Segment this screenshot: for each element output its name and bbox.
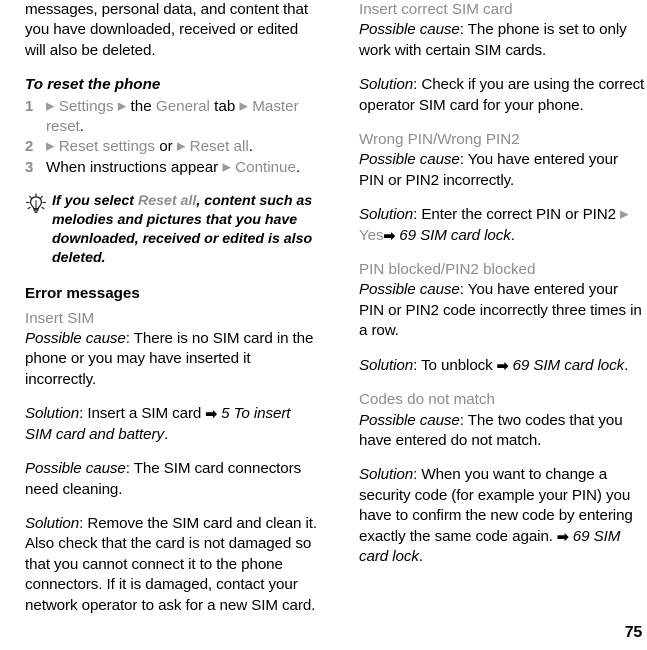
entry-title-insert-correct-sim-card: Insert correct SIM card: [359, 1, 513, 18]
label-solution: Solution: [359, 466, 414, 484]
solution-block: Solution: When you want to change a secu…: [359, 465, 647, 567]
entry-title-pin-blocked: PIN blocked/PIN2 blocked: [359, 261, 536, 279]
procedure-steps: 1 ▶ Settings ▶ the General tab ▶ Master r…: [25, 97, 321, 179]
two-column-layout: messages, personal data, and content tha…: [0, 0, 647, 650]
page-ref-arrow-icon: ➡: [557, 528, 569, 545]
menu-arrow-icon: ▶: [117, 100, 127, 113]
procedure-heading: To reset the phone: [25, 76, 161, 94]
page-reference[interactable]: 69 SIM card lock: [513, 357, 625, 374]
label-separator: :: [459, 151, 468, 169]
possible-cause-block: Possible cause: The phone is set to only…: [359, 20, 647, 61]
possible-cause-block: Possible cause: There is no SIM card in …: [25, 329, 321, 390]
entry-title-insert-sim: Insert SIM: [25, 309, 95, 327]
step-number: 1: [25, 97, 34, 115]
solution-block: Solution: To unblock ➡ 69 SIM card lock.: [359, 356, 647, 376]
error-messages-heading: Error messages: [25, 285, 140, 303]
manual-page: messages, personal data, and content tha…: [0, 0, 647, 650]
menu-item-reset-all: Reset all: [189, 138, 249, 156]
page-ref-arrow-icon: ➡: [496, 357, 509, 374]
left-column: messages, personal data, and content tha…: [25, 0, 321, 630]
menu-arrow-icon: ▶: [222, 161, 231, 174]
label-separator: :: [125, 330, 134, 348]
lightbulb-icon: [25, 193, 47, 215]
possible-cause-block: Possible cause: You have entered your PI…: [359, 150, 647, 191]
step-number: 3: [25, 158, 34, 176]
solution-block: Solution: Check if you are using the cor…: [359, 75, 647, 116]
label-possible-cause: Possible cause: [359, 411, 460, 429]
label-possible-cause: Possible cause: [359, 281, 460, 299]
solution-block: Solution: Enter the correct PIN or PIN2 …: [359, 205, 647, 246]
possible-cause-block: Possible cause: You have entered your PI…: [359, 280, 647, 341]
label-separator: :: [125, 460, 134, 478]
block-text: To unblock: [421, 356, 497, 374]
entry-title-codes-do-not-match: Codes do not match: [359, 391, 495, 409]
tip-lead: If you select: [52, 193, 138, 210]
label-possible-cause: Possible cause: [359, 151, 460, 169]
continued-paragraph: messages, personal data, and content tha…: [25, 1, 308, 59]
menu-item-continue: Continue: [235, 158, 296, 176]
menu-arrow-icon: ▶: [176, 140, 186, 153]
step-item: 3 When instructions appear ▶ Continue.: [25, 158, 321, 178]
tip-text: If you select Reset all, content such as…: [52, 192, 321, 268]
page-reference[interactable]: 69 SIM card lock: [399, 227, 511, 244]
label-solution: Solution: [359, 206, 414, 224]
menu-item-settings: Settings: [58, 97, 114, 115]
block-trailing: .: [163, 425, 169, 443]
block-text: Enter the correct PIN or PIN2: [421, 206, 621, 224]
solution-block: Solution: Remove the SIM card and clean …: [25, 514, 321, 616]
step-text: When instructions appear: [46, 158, 219, 176]
step-item: 1 ▶ Settings ▶ the General tab ▶ Master r…: [25, 97, 321, 138]
step-number: 2: [25, 138, 34, 156]
possible-cause-block: Possible cause: The SIM card connectors …: [25, 459, 321, 500]
label-separator: :: [459, 281, 468, 299]
page-number: 75: [624, 624, 643, 641]
menu-item-general: General: [155, 97, 210, 115]
block-trailing: .: [510, 226, 515, 244]
step-item: 2 ▶ Reset settings or ▶ Reset all.: [25, 137, 321, 157]
label-solution: Solution: [25, 405, 80, 423]
label-separator: :: [459, 411, 468, 429]
label-separator: :: [413, 356, 422, 374]
label-possible-cause: Possible cause: [25, 460, 126, 478]
label-separator: :: [459, 21, 468, 39]
step-period: .: [79, 118, 84, 136]
page-ref-arrow-icon: ➡: [383, 227, 396, 244]
solution-block: Solution: Insert a SIM card ➡ 5 To inser…: [25, 404, 321, 445]
right-column: Insert correct SIM card Possible cause: …: [359, 0, 647, 567]
label-solution: Solution: [359, 76, 414, 94]
menu-arrow-icon: ▶: [46, 140, 55, 153]
label-solution: Solution: [359, 356, 414, 374]
menu-item-reset-settings: Reset settings: [58, 138, 155, 156]
menu-item-yes: Yes: [359, 226, 384, 244]
step-word-or: or: [159, 138, 173, 156]
block-text: Insert a SIM card: [87, 405, 206, 423]
label-possible-cause: Possible cause: [25, 330, 126, 348]
label-possible-cause: Possible cause: [359, 21, 460, 39]
entry-title-wrong-pin: Wrong PIN/Wrong PIN2: [359, 131, 520, 149]
step-period: .: [295, 158, 301, 176]
menu-arrow-icon: ▶: [620, 208, 629, 221]
menu-arrow-icon: ▶: [239, 100, 248, 113]
step-period: .: [248, 138, 253, 156]
label-solution: Solution: [25, 514, 80, 532]
page-ref-arrow-icon: ➡: [205, 405, 218, 422]
possible-cause-block: Possible cause: The two codes that you h…: [359, 411, 647, 452]
block-trailing: .: [624, 356, 629, 374]
block-trailing: .: [418, 547, 423, 565]
step-word-the: the: [130, 97, 152, 115]
menu-arrow-icon: ▶: [46, 100, 55, 113]
tip-note: If you select Reset all, content such as…: [25, 192, 321, 268]
step-word-tab: tab: [214, 97, 236, 115]
tip-highlight: Reset all: [137, 193, 197, 210]
